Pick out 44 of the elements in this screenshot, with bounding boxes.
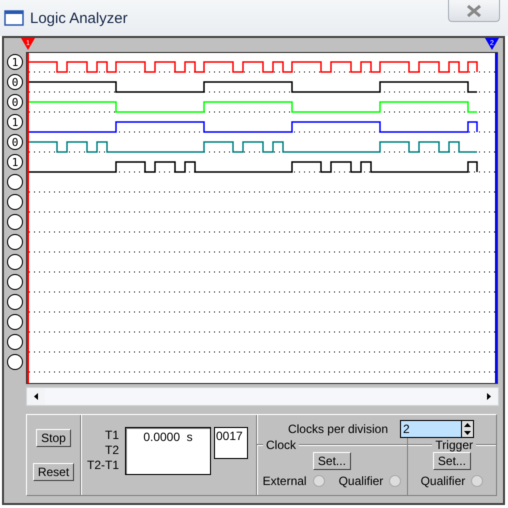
trigger-set-button[interactable]: Set... <box>432 452 471 470</box>
channel-indicator: 1 <box>7 154 23 170</box>
clock-set-button[interactable]: Set... <box>312 452 351 470</box>
channel-indicator <box>7 274 23 290</box>
time-label: T1 <box>104 428 119 442</box>
group-title: Trigger <box>435 438 473 452</box>
time-label: T2-T1 <box>86 458 119 472</box>
count-readout: 0017 <box>214 427 248 459</box>
stop-button[interactable]: Stop <box>36 429 71 447</box>
time-readout: 0.0000 s <box>125 427 211 475</box>
spin-arrows-icon[interactable] <box>461 421 473 437</box>
window-title: Logic Analyzer <box>30 10 128 26</box>
scroll-right-button[interactable] <box>480 388 498 405</box>
group-title: Clock <box>266 438 296 452</box>
radio-button[interactable] <box>471 475 484 487</box>
channel-indicator <box>7 314 23 330</box>
channel-indicator: 0 <box>7 134 23 150</box>
left-arrow-icon <box>34 393 38 400</box>
channel-indicator <box>7 174 23 190</box>
channel-indicator <box>7 294 23 310</box>
channel-indicator <box>7 194 23 210</box>
clocks-per-division-field[interactable]: 2 <box>400 420 474 438</box>
channel-indicator <box>7 234 23 250</box>
window-icon <box>4 10 24 26</box>
right-arrow-icon <box>487 393 491 400</box>
time-label: T2 <box>104 443 119 457</box>
option-label: External <box>262 474 307 488</box>
close-button[interactable] <box>448 0 500 22</box>
channel-indicator: 0 <box>7 74 23 90</box>
channel-indicator: 0 <box>7 94 23 110</box>
reset-button[interactable]: Reset <box>32 463 74 481</box>
option-label: Qualifier <box>338 474 384 488</box>
scroll-left-button[interactable] <box>27 388 45 405</box>
channel-indicator: 1 <box>7 114 23 130</box>
channel-indicator <box>7 354 23 370</box>
channel-indicator <box>7 254 23 270</box>
channel-indicator <box>7 214 23 230</box>
channel-indicator <box>7 334 23 350</box>
close-icon <box>466 4 482 16</box>
channel-indicator: 1 <box>7 54 23 70</box>
option-label: Qualifier <box>420 474 466 488</box>
radio-button[interactable] <box>312 475 325 487</box>
radio-button[interactable] <box>389 475 402 487</box>
clocks-per-division-label: Clocks per division <box>288 422 388 436</box>
